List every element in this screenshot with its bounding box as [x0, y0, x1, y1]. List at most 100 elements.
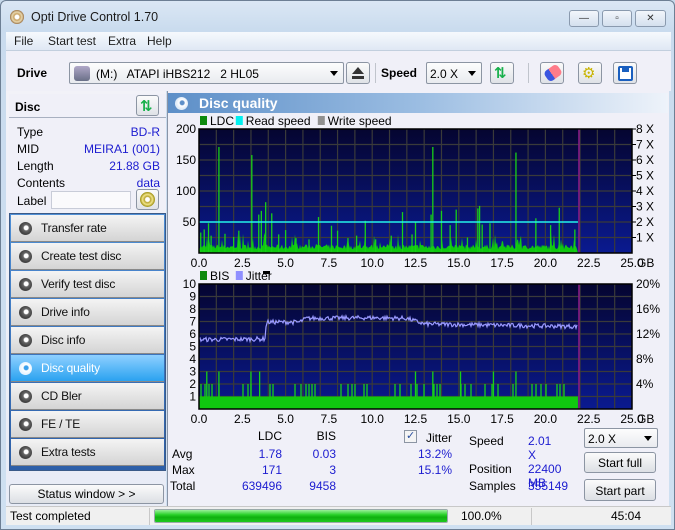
chevron-down-icon — [468, 71, 476, 76]
close-button[interactable]: ✕ — [635, 10, 666, 27]
y-tick-label: 5 — [189, 340, 196, 354]
jitter-checkbox[interactable] — [404, 429, 417, 443]
nav-transfer-rate[interactable]: Transfer rate — [11, 215, 164, 242]
y2-tick-label: 16% — [636, 302, 660, 316]
x-tick-label: 12.5 — [404, 256, 428, 270]
speed-stat-value: 2.01 X — [528, 434, 552, 462]
nav-label: Extra tests — [41, 445, 96, 459]
maximize-button[interactable]: ▫ — [602, 10, 632, 27]
minimize-button[interactable]: — — [569, 10, 599, 27]
eject-icon — [352, 67, 364, 74]
menu-start-test[interactable]: Start test — [48, 34, 96, 48]
nav-label: FE / TE — [41, 417, 81, 431]
menu-extra[interactable]: Extra — [108, 34, 136, 48]
nav-create-test-disc[interactable]: Create test disc — [11, 243, 164, 270]
x-tick-label: 22.5 — [577, 256, 601, 270]
x-tick-label: 5.0 — [277, 256, 294, 270]
progress-fill — [155, 510, 447, 522]
y2-tick-label: 6 X — [636, 153, 654, 167]
x-tick-label: 15.0 — [447, 256, 471, 270]
disc-label-button[interactable] — [136, 189, 159, 210]
charts-area: 0.0 2.5 5.0 7.5 10.0 12.5 15.0 17.5 20.0 22.5 25.0… — [176, 114, 660, 426]
save-button[interactable] — [613, 62, 637, 84]
y2-tick-label: 3 X — [636, 200, 654, 214]
y2-tick-label: 5 X — [636, 169, 654, 183]
max-bis: 3 — [329, 463, 336, 477]
x-tick-label: 7.5 — [321, 412, 338, 426]
col-jitter-header: Jitter — [426, 431, 453, 445]
erase-button[interactable] — [540, 62, 564, 84]
y-tick-label: 50 — [183, 215, 197, 229]
legend-swatch — [235, 116, 243, 125]
legend-label: LDC — [210, 114, 234, 128]
settings-button[interactable]: ⚙ — [578, 62, 602, 84]
nav-label: Drive info — [41, 305, 90, 319]
row-avg-label: Avg — [172, 447, 193, 461]
title-bar: Opti Drive Control 1.70 — ▫ ✕ — [1, 1, 674, 31]
toolbar: Drive (M:) ATAPI iHBS212 2 HL05 Speed 2.… — [6, 51, 671, 91]
y-tick-label: 100 — [176, 184, 196, 198]
gear-icon: ⚙ — [582, 65, 596, 82]
status-divider — [531, 508, 532, 525]
speed-label: Speed — [381, 66, 418, 80]
drive-value: (M:) ATAPI iHBS212 2 HL05 — [96, 67, 259, 81]
status-window-button[interactable]: Status window > > — [9, 484, 164, 504]
toolbar-separator — [528, 63, 529, 83]
y2-tick-label: 4 X — [636, 184, 654, 198]
y2-tick-label: 1 X — [636, 231, 654, 245]
disc-test-icon — [19, 222, 32, 235]
legend-swatch — [200, 116, 207, 125]
eject-button[interactable] — [346, 62, 370, 84]
y-tick-label: 10 — [183, 277, 197, 291]
legend-marker — [263, 271, 270, 274]
speed-select[interactable]: 2.0 X — [426, 62, 482, 84]
col-bis-header: BIS — [316, 429, 336, 443]
label-input[interactable] — [51, 191, 131, 209]
legend-label: Read speed — [246, 114, 311, 128]
nav-drive-info[interactable]: Drive info — [11, 299, 164, 326]
y2-tick-label: 2 X — [636, 215, 654, 229]
x-axis-unit: GB — [637, 256, 654, 270]
field-value: data — [136, 176, 160, 190]
row-max-label: Max — [172, 463, 195, 477]
y-tick-label: 150 — [176, 153, 196, 167]
start-full-button[interactable]: Start full — [584, 452, 656, 473]
field-value: 21.88 GB — [109, 159, 160, 173]
nav-label: Disc quality — [41, 361, 100, 375]
nav-extra-tests[interactable]: Extra tests — [11, 439, 164, 466]
y2-tick-label: 4% — [636, 377, 654, 391]
nav-verify-test-disc[interactable]: Verify test disc — [11, 271, 164, 298]
speed-value: 2.0 X — [430, 67, 459, 81]
x-tick-label: 5.0 — [277, 412, 294, 426]
disc-test-icon — [19, 306, 32, 319]
sidebar: Disc ⇅ Type BD-R MID MEIRA1 (001) Length… — [6, 91, 166, 506]
nav-fe-te[interactable]: FE / TE — [11, 411, 164, 438]
x-tick-label: 17.5 — [490, 412, 514, 426]
y-tick-label: 2 — [189, 377, 196, 391]
y-tick-label: 9 — [189, 290, 196, 304]
menu-help[interactable]: Help — [147, 34, 172, 48]
nav-cd-bler[interactable]: CD Bler — [11, 383, 164, 410]
avg-jitter: 13.2% — [417, 447, 452, 461]
menu-file[interactable]: File — [14, 34, 33, 48]
chevron-down-icon — [330, 71, 338, 76]
refresh-disc-button[interactable]: ⇅ — [136, 95, 159, 116]
y-tick-label: 7 — [189, 315, 196, 329]
nav-label: Verify test disc — [41, 277, 116, 291]
disc-header: Disc ⇅ — [9, 94, 166, 118]
legend-swatch — [317, 116, 325, 125]
test-navigation: Transfer rate Create test disc Verify te… — [9, 213, 166, 471]
save-icon — [618, 66, 633, 81]
row-total-label: Total — [170, 479, 196, 493]
disc-quality-panel: Disc quality 0.0 2.5 5.0 7.5 10.0 12.5 15.0 17.… — [167, 91, 669, 506]
drive-select[interactable]: (M:) ATAPI iHBS212 2 HL05 — [69, 62, 344, 84]
refresh-speed-button[interactable]: ⇅ — [490, 62, 514, 84]
menu-bar: File Start test Extra Help — [6, 32, 671, 51]
test-speed-select[interactable]: 2.0 X — [584, 428, 658, 448]
ldc-chart: 0.0 2.5 5.0 7.5 10.0 12.5 15.0 17.5 20.0 22.5 25.0… — [176, 114, 654, 270]
status-message: Test completed — [10, 509, 91, 523]
nav-disc-quality[interactable]: Disc quality — [11, 355, 164, 382]
start-part-button[interactable]: Start part — [584, 479, 656, 501]
nav-disc-info[interactable]: Disc info — [11, 327, 164, 354]
disc-test-icon — [19, 250, 32, 263]
